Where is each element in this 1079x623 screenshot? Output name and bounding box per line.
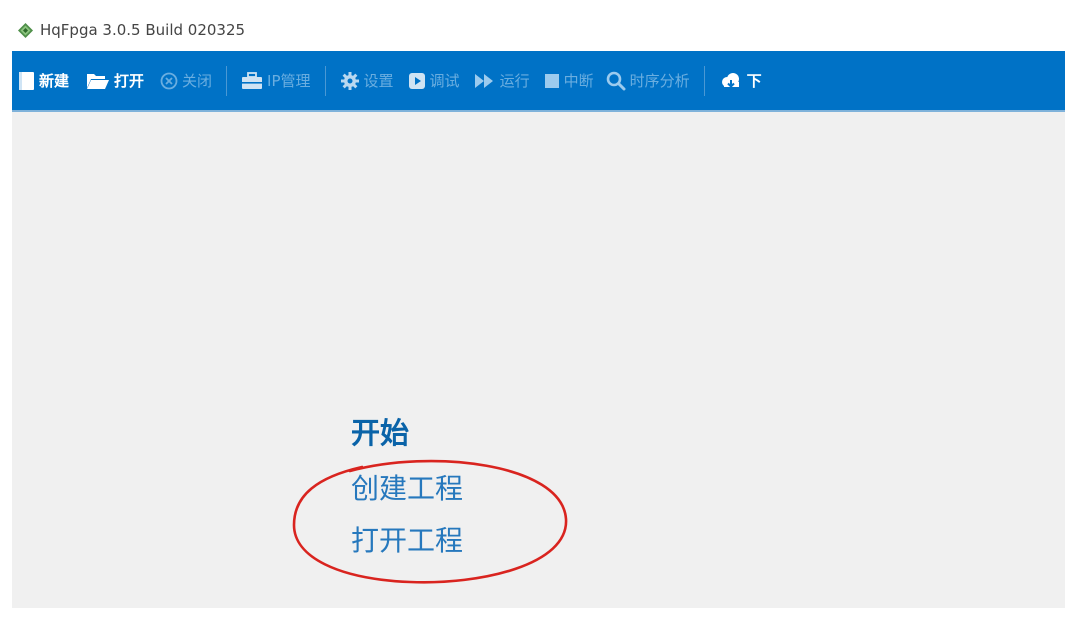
- create-project-link[interactable]: 创建工程: [351, 467, 463, 507]
- app-logo-icon: [17, 22, 34, 39]
- toolbar-ip-manage-label: IP管理: [267, 72, 311, 90]
- toolbar-settings-label: 设置: [363, 72, 394, 90]
- toolbar-debug-button[interactable]: 调试: [408, 51, 460, 110]
- main-toolbar: 新建 打开 关闭 IP管理 设置 调试 运行 中断 时序分析 下: [12, 51, 1065, 112]
- search-icon: [606, 71, 626, 91]
- toolbar-new-label: 新建: [39, 72, 70, 90]
- toolbar-download-label: 下: [746, 72, 762, 90]
- gear-icon: [340, 71, 360, 91]
- briefcase-icon: [241, 71, 263, 90]
- toolbar-open-label: 打开: [114, 72, 145, 90]
- debug-play-icon: [408, 72, 426, 90]
- fast-forward-icon: [474, 73, 496, 89]
- toolbar-break-button[interactable]: 中断: [544, 51, 594, 110]
- toolbar-timing-analysis-button[interactable]: 时序分析: [606, 51, 690, 110]
- toolbar-timing-analysis-label: 时序分析: [629, 72, 690, 90]
- toolbar-run-label: 运行: [499, 72, 530, 90]
- cloud-download-icon: [719, 71, 743, 91]
- new-file-icon: [18, 71, 35, 91]
- app-window: HqFpga 3.0.5 Build 020325 新建 打开 关闭 IP管理 …: [12, 9, 1065, 608]
- toolbar-ip-manage-button[interactable]: IP管理: [241, 51, 311, 110]
- toolbar-settings-button[interactable]: 设置: [340, 51, 394, 110]
- open-project-link[interactable]: 打开工程: [351, 519, 463, 559]
- toolbar-open-button[interactable]: 打开: [86, 51, 144, 110]
- toolbar-download-button[interactable]: 下: [719, 51, 762, 110]
- toolbar-close-button[interactable]: 关闭: [160, 51, 212, 110]
- toolbar-separator: [324, 65, 326, 96]
- toolbar-run-button[interactable]: 运行: [474, 51, 530, 110]
- folder-open-icon: [86, 72, 110, 90]
- toolbar-close-label: 关闭: [182, 72, 213, 90]
- title-bar: HqFpga 3.0.5 Build 020325: [12, 9, 1065, 51]
- toolbar-separator: [226, 65, 228, 96]
- close-circle-icon: [160, 72, 178, 90]
- start-heading: 开始: [351, 416, 410, 450]
- toolbar-new-button[interactable]: 新建: [18, 51, 69, 110]
- toolbar-separator: [703, 65, 705, 96]
- stop-icon: [544, 73, 560, 89]
- toolbar-break-label: 中断: [563, 72, 594, 90]
- window-title: HqFpga 3.0.5 Build 020325: [40, 21, 246, 39]
- toolbar-debug-label: 调试: [429, 72, 460, 90]
